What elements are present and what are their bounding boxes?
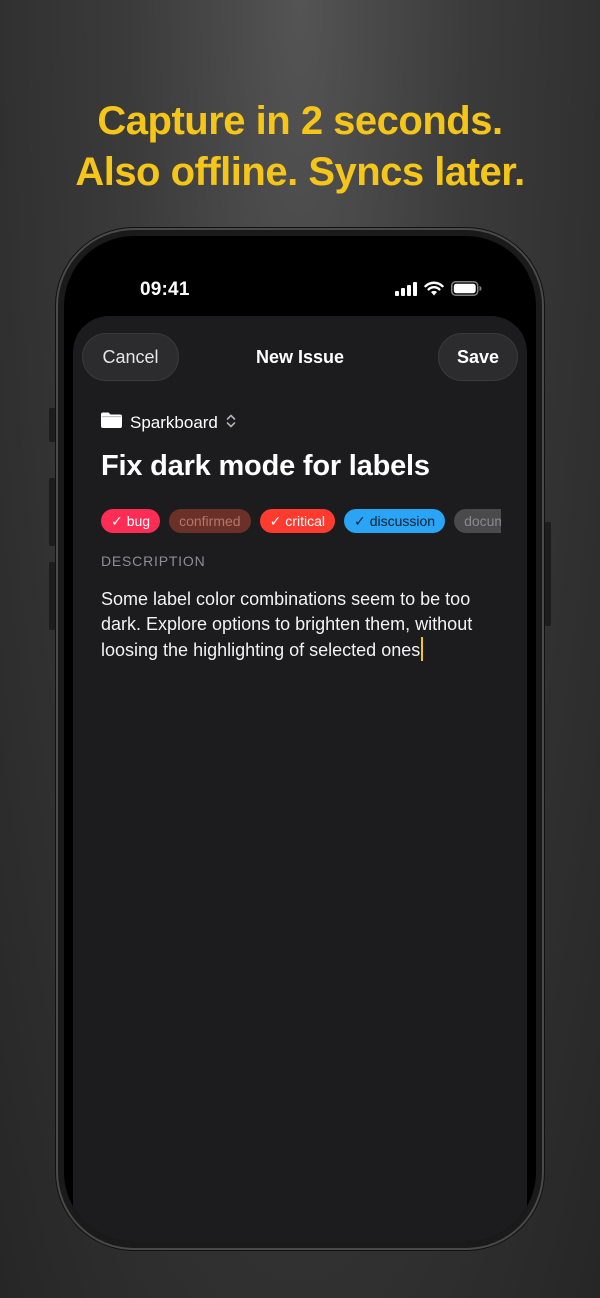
battery-icon [451,281,482,301]
label-text: bug [126,513,151,529]
headline-line-1: Capture in 2 seconds. [97,99,503,143]
phone-screen: 09:41 Cancel New Issue Save Sparkboard F… [64,236,536,1242]
status-icons [395,281,482,301]
label-text: discussion [369,513,436,529]
label-text: documentation [464,513,501,529]
issue-title-input[interactable]: Fix dark mode for labels [101,450,430,483]
description-section-label: DESCRIPTION [101,553,206,569]
labels-row: ✓ bug confirmed ✓ critical ✓ discussion doc… [101,509,501,535]
checkmark-icon: ✓ [353,513,366,529]
label-chip-bug[interactable]: ✓ bug [101,509,161,533]
headline-line-2: Also offline. Syncs later. [75,150,525,194]
status-time: 09:41 [140,279,190,300]
wifi-icon [424,281,444,301]
folder-icon [101,412,122,433]
project-picker[interactable]: Sparkboard [101,412,236,433]
phone-frame: 09:41 Cancel New Issue Save Sparkboard F… [56,228,544,1250]
label-text: critical [285,513,325,529]
label-chip-documentation[interactable]: documentation [454,509,501,533]
power-button [543,522,551,626]
description-text: Some label color combinations seem to be… [101,589,473,660]
project-name: Sparkboard [130,412,218,432]
description-textarea[interactable]: Some label color combinations seem to be… [101,587,506,663]
cellular-signal-icon [395,281,417,301]
text-cursor [421,637,424,661]
chevron-up-down-icon [226,413,236,433]
label-text: confirmed [179,513,241,529]
checkmark-icon: ✓ [269,513,282,529]
label-chip-critical[interactable]: ✓ critical [259,509,335,533]
label-chip-discussion[interactable]: ✓ discussion [343,509,446,533]
checkmark-icon: ✓ [111,513,123,529]
save-button[interactable]: Save [438,333,518,381]
label-chip-confirmed[interactable]: confirmed [169,509,251,533]
new-issue-sheet: Cancel New Issue Save Sparkboard Fix dar… [73,316,527,1242]
marketing-headline: Capture in 2 seconds. Also offline. Sync… [0,96,600,198]
